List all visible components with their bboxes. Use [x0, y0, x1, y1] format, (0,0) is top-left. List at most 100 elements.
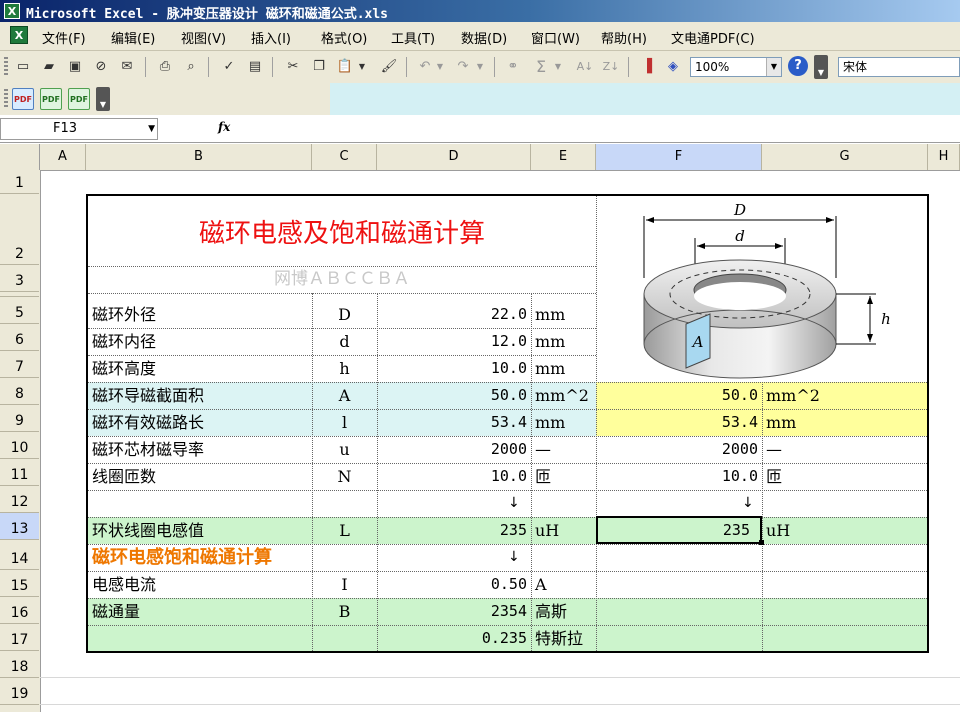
value-permeability[interactable]: 2000 — [377, 436, 527, 463]
column-header-G[interactable]: G — [762, 144, 928, 170]
row-header-7[interactable]: 7 — [0, 351, 39, 378]
value-inner-diameter[interactable]: 12.0 — [377, 328, 527, 355]
section-saturation-title[interactable]: 磁环电感饱和磁通计算 — [92, 544, 272, 571]
row-header-6[interactable]: 6 — [0, 324, 39, 351]
symbol-L[interactable]: L — [312, 517, 377, 544]
column-header-E[interactable]: E — [531, 144, 596, 170]
workbook-icon[interactable]: X — [10, 26, 28, 44]
menu-edit[interactable]: 编辑(E) — [111, 28, 155, 47]
symbol-D[interactable]: D — [312, 301, 377, 328]
unit-inner-diameter[interactable]: mm — [535, 328, 565, 355]
excel-icon[interactable]: X — [4, 3, 20, 19]
column-header-H[interactable]: H — [928, 144, 960, 170]
print-preview-icon[interactable]: ⌕ — [180, 56, 202, 78]
row-header-17[interactable]: 17 — [0, 624, 39, 651]
value-path-length-f[interactable]: 53.4 — [596, 409, 758, 436]
value-flux-gauss[interactable]: 2354 — [377, 598, 527, 625]
column-header-B[interactable]: B — [86, 144, 312, 170]
unit-flux-gauss[interactable]: 高斯 — [535, 598, 567, 625]
cut-icon[interactable]: ✂ — [282, 56, 304, 78]
label-permeability[interactable]: 磁环芯材磁导率 — [92, 436, 204, 463]
row-header-11[interactable]: 11 — [0, 459, 39, 486]
symbol-h[interactable]: h — [312, 355, 377, 382]
spelling-icon[interactable]: ✓ — [218, 56, 240, 78]
print-icon[interactable]: ⎙ — [154, 56, 176, 78]
select-all-corner[interactable] — [0, 144, 40, 170]
value-turns[interactable]: 10.0 — [377, 463, 527, 490]
unit-permeability[interactable]: — — [535, 436, 551, 463]
label-flux-gauss[interactable]: 磁通量 — [92, 598, 140, 625]
symbol-l[interactable]: l — [312, 409, 377, 436]
unit-cross-section-g[interactable]: mm^2 — [766, 382, 820, 409]
label-inductance[interactable]: 环状线圈电感值 — [92, 517, 204, 544]
menu-insert[interactable]: 插入(I) — [251, 28, 291, 47]
unit-current[interactable]: A — [535, 571, 547, 598]
label-inner-diameter[interactable]: 磁环内径 — [92, 328, 156, 355]
label-cross-section[interactable]: 磁环导磁截面积 — [92, 382, 204, 409]
value-cross-section[interactable]: 50.0 — [377, 382, 527, 409]
font-select[interactable]: 宋体 — [838, 57, 960, 77]
research-icon[interactable]: ▤ — [244, 56, 266, 78]
symbol-I[interactable]: I — [312, 571, 377, 598]
permission-icon[interactable]: ⊘ — [90, 56, 112, 78]
row-header-12[interactable]: 12 — [0, 486, 39, 513]
unit-cross-section[interactable]: mm^2 — [535, 382, 589, 409]
toolbar-options-icon[interactable]: ▼ — [814, 55, 828, 79]
value-cross-section-f[interactable]: 50.0 — [596, 382, 758, 409]
unit-flux-tesla[interactable]: 特斯拉 — [535, 625, 583, 652]
menu-help[interactable]: 帮助(H) — [601, 28, 647, 47]
column-header-D[interactable]: D — [377, 144, 531, 170]
unit-path-length-g[interactable]: mm — [766, 409, 796, 436]
watermark-text[interactable]: 网博ＡＢＣＣＢＡ — [88, 266, 596, 293]
value-outer-diameter[interactable]: 22.0 — [377, 301, 527, 328]
chevron-down-icon[interactable]: ▼ — [148, 119, 155, 139]
name-box[interactable]: F13 ▼ — [0, 118, 158, 140]
chart-wizard-icon[interactable]: ▐ — [636, 56, 658, 78]
value-inductance[interactable]: 235 — [377, 517, 527, 544]
menu-tools[interactable]: 工具(T) — [391, 28, 435, 47]
menu-view[interactable]: 视图(V) — [181, 28, 226, 47]
sort-asc-icon[interactable]: A↓ — [574, 56, 596, 78]
row-header-8[interactable]: 8 — [0, 378, 39, 405]
unit-outer-diameter[interactable]: mm — [535, 301, 565, 328]
sheet-title[interactable]: 磁环电感及饱和磁通计算 — [88, 210, 596, 258]
unit-permeability-g[interactable]: — — [766, 436, 782, 463]
menu-format[interactable]: 格式(O) — [321, 28, 367, 47]
unit-turns-g[interactable]: 匝 — [766, 463, 782, 490]
value-height[interactable]: 10.0 — [377, 355, 527, 382]
label-current[interactable]: 电感电流 — [92, 571, 156, 598]
symbol-B[interactable]: B — [312, 598, 377, 625]
value-current[interactable]: 0.50 — [377, 571, 527, 598]
unit-path-length[interactable]: mm — [535, 409, 565, 436]
help-icon[interactable]: ? — [788, 56, 808, 76]
row-header-15[interactable]: 15 — [0, 570, 39, 597]
email-icon[interactable]: ✉ — [116, 56, 138, 78]
row-header-16[interactable]: 16 — [0, 597, 39, 624]
row-header-3[interactable]: 3 — [0, 265, 39, 292]
menu-pdf[interactable]: 文电通PDF(C) — [671, 28, 755, 47]
toolbar-grip[interactable] — [4, 57, 8, 77]
format-painter-icon[interactable]: 🖌 — [378, 56, 400, 78]
unit-turns[interactable]: 匝 — [535, 463, 551, 490]
symbol-N[interactable]: N — [312, 463, 377, 490]
hyperlink-icon[interactable]: ⚭ — [502, 56, 524, 78]
pdf-batch-icon[interactable]: PDF — [68, 88, 90, 110]
drawing-icon[interactable]: ◈ — [662, 56, 684, 78]
copy-icon[interactable]: ❐ — [308, 56, 330, 78]
symbol-A[interactable]: A — [312, 382, 377, 409]
value-turns-f[interactable]: 10.0 — [596, 463, 758, 490]
chevron-down-icon[interactable]: ▼ — [766, 58, 781, 76]
row-header-9[interactable]: 9 — [0, 405, 39, 432]
value-path-length[interactable]: 53.4 — [377, 409, 527, 436]
redo-dropdown-icon[interactable]: ▼ — [474, 56, 486, 78]
column-header-C[interactable]: C — [312, 144, 377, 170]
label-path-length[interactable]: 磁环有效磁路长 — [92, 409, 204, 436]
zoom-select[interactable]: 100% ▼ — [690, 57, 782, 77]
unit-inductance[interactable]: uH — [535, 517, 559, 544]
row-header-10[interactable]: 10 — [0, 432, 39, 459]
row-header-18[interactable]: 18 — [0, 651, 39, 678]
pdf-convert-icon[interactable]: PDF — [40, 88, 62, 110]
symbol-d[interactable]: d — [312, 328, 377, 355]
active-cell-F13[interactable]: 235 — [596, 516, 762, 544]
redo-icon[interactable]: ↷ — [452, 56, 474, 78]
